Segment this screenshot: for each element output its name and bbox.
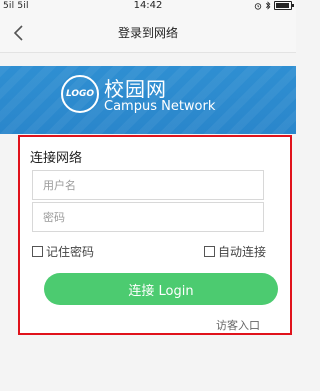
password-field [32, 202, 264, 232]
campus-banner: LOGO 校园网 Campus Network [0, 66, 296, 134]
remember-password-checkbox[interactable]: 记住密码 [32, 243, 94, 260]
auto-connect-checkbox[interactable]: 自动连接 [203, 243, 266, 260]
username-input[interactable] [33, 171, 263, 199]
nav-bar: 登录到网络 [0, 14, 296, 53]
status-bar: 5il 5il 14:42 [0, 0, 296, 14]
alarm-icon [254, 2, 262, 10]
checkbox-icon [32, 246, 43, 257]
status-icons [254, 1, 294, 10]
banner-subtitle: Campus Network [104, 99, 216, 114]
username-field [32, 170, 264, 200]
battery-icon [274, 1, 294, 10]
logo-icon: LOGO [61, 75, 99, 113]
connect-login-button[interactable]: 连接 Login [44, 273, 278, 305]
checkbox-icon [203, 246, 215, 257]
remember-password-label: 记住密码 [46, 245, 95, 259]
guest-entry-link[interactable]: 访客入口 [216, 317, 260, 333]
panel-title: 连接网络 [30, 151, 83, 166]
password-input[interactable] [33, 203, 263, 231]
bluetooth-icon [265, 1, 271, 10]
auto-connect-label: 自动连接 [217, 245, 266, 259]
login-panel: 连接网络 记住密码 自动连接 连接 Login 访客入口 [18, 135, 292, 335]
logo-text: LOGO [65, 89, 95, 99]
banner-title: 校园网 [104, 77, 167, 101]
clock: 14:42 [133, 0, 163, 11]
page-title: 登录到网络 [117, 26, 178, 40]
